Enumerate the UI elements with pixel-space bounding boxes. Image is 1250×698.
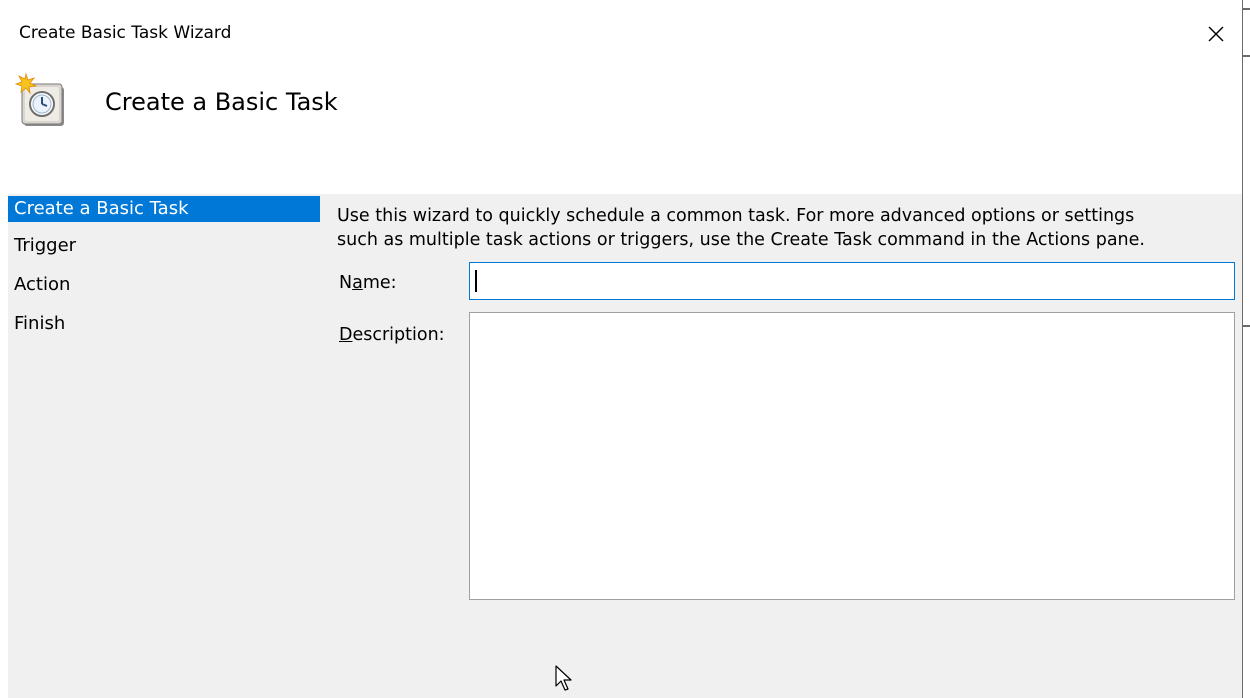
name-input[interactable] bbox=[469, 262, 1235, 300]
intro-line-1: Use this wizard to quickly schedule a co… bbox=[337, 206, 1135, 226]
close-icon bbox=[1208, 26, 1224, 42]
intro-line-2: such as multiple task actions or trigger… bbox=[337, 230, 1145, 250]
background-window-edge bbox=[1242, 0, 1250, 698]
background-window-edge-mark bbox=[1242, 325, 1250, 327]
step-finish[interactable]: Finish bbox=[8, 312, 320, 351]
background-window-edge-mark bbox=[1242, 8, 1250, 10]
task-scheduler-clock-icon bbox=[14, 72, 64, 126]
text-caret bbox=[475, 270, 477, 292]
wizard-intro: Use this wizard to quickly schedule a co… bbox=[337, 204, 1237, 252]
step-action[interactable]: Action bbox=[8, 273, 320, 312]
background-window-edge-mark bbox=[1242, 55, 1250, 57]
description-label-accelerator: D bbox=[339, 325, 353, 345]
name-label-part: me: bbox=[362, 273, 397, 293]
step-create-basic-task[interactable]: Create a Basic Task bbox=[8, 196, 320, 222]
wizard-steps: Create a Basic Task Trigger Action Finis… bbox=[8, 196, 320, 351]
name-label-accelerator: a bbox=[352, 273, 363, 293]
header-title: Create a Basic Task bbox=[105, 88, 338, 116]
description-label: Description: bbox=[339, 323, 445, 347]
window-title: Create Basic Task Wizard bbox=[19, 23, 232, 43]
close-button[interactable] bbox=[1194, 14, 1238, 54]
step-trigger[interactable]: Trigger bbox=[8, 234, 320, 273]
title-bar[interactable]: Create Basic Task Wizard bbox=[0, 0, 1242, 62]
wizard-header: Create a Basic Task bbox=[0, 62, 1242, 194]
name-label: Name: bbox=[339, 271, 397, 295]
description-label-part: escription: bbox=[352, 325, 445, 345]
mouse-pointer-icon bbox=[555, 665, 572, 691]
wizard-body: Create a Basic Task Trigger Action Finis… bbox=[8, 194, 1242, 698]
create-basic-task-wizard-window: Create Basic Task Wizard Create a Basic … bbox=[0, 0, 1250, 698]
name-label-part: N bbox=[339, 273, 353, 293]
description-input[interactable] bbox=[469, 312, 1235, 600]
